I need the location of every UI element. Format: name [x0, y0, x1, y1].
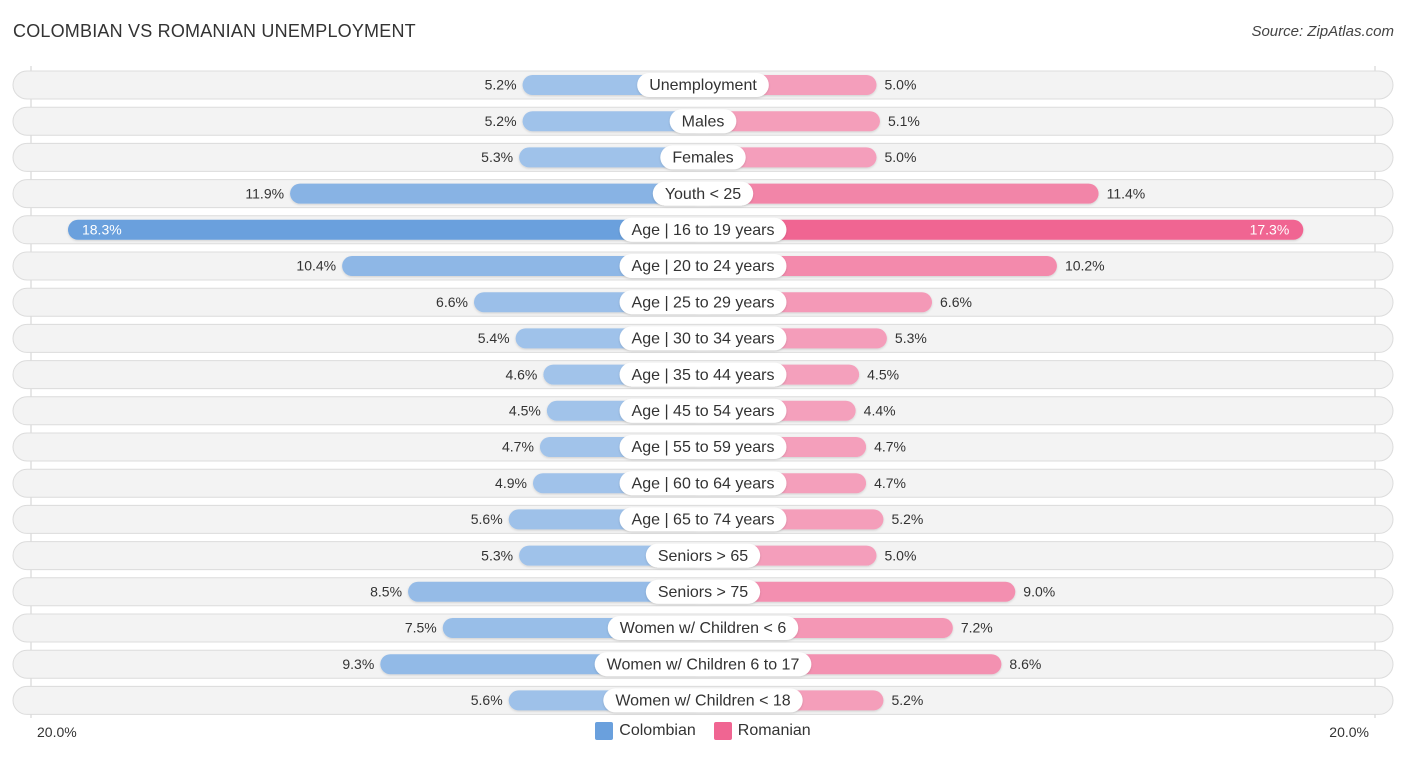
value-label-romanian: 17.3% [1250, 222, 1290, 238]
value-label-colombian: 5.6% [471, 511, 503, 527]
value-label-romanian: 4.7% [874, 475, 906, 491]
value-label-romanian: 4.7% [874, 439, 906, 455]
chart-row: 4.7% 4.7% Age | 55 to 59 years [12, 432, 1394, 462]
chart-row: 5.2% 5.1% Males [12, 106, 1394, 136]
category-label: Age | 55 to 59 years [632, 439, 775, 456]
chart-row: 5.6% 5.2% Age | 65 to 74 years [12, 504, 1394, 534]
category-label: Age | 30 to 34 years [632, 331, 775, 348]
value-label-romanian: 5.2% [891, 511, 923, 527]
value-label-romanian: 5.0% [885, 77, 917, 93]
chart-plot: 5.2% 5.0% Unemployment 5.2% 5.1% Males 5.3% 5.0… [12, 66, 1394, 718]
value-label-colombian: 5.3% [481, 547, 513, 563]
chart-row: 4.6% 4.5% Age | 35 to 44 years [12, 360, 1394, 390]
value-label-romanian: 4.5% [867, 366, 899, 382]
category-label: Age | 16 to 19 years [632, 222, 775, 239]
value-label-romanian: 5.1% [888, 113, 920, 129]
value-label-colombian: 4.9% [495, 475, 527, 491]
chart-row: 5.2% 5.0% Unemployment [12, 70, 1394, 100]
chart-row: 8.5% 9.0% Seniors > 75 [12, 577, 1394, 607]
category-label: Women w/ Children < 6 [620, 620, 787, 637]
value-label-colombian: 4.6% [505, 366, 537, 382]
chart-row: 5.3% 5.0% Seniors > 65 [12, 541, 1394, 571]
value-label-romanian: 7.2% [961, 620, 993, 636]
bar-romanian[interactable] [703, 219, 1304, 240]
chart-row: 9.3% 8.6% Women w/ Children 6 to 17 [12, 649, 1394, 679]
legend-swatch-colombian [595, 722, 614, 740]
chart-row: 4.5% 4.4% Age | 45 to 54 years [12, 396, 1394, 426]
value-label-colombian: 5.4% [478, 330, 510, 346]
value-label-romanian: 6.6% [940, 294, 972, 310]
legend-item-romanian[interactable]: Romanian [713, 722, 811, 740]
chart-row: 7.5% 7.2% Women w/ Children < 6 [12, 613, 1394, 643]
value-label-colombian: 9.3% [342, 656, 374, 672]
value-label-romanian: 4.4% [864, 403, 896, 419]
value-label-colombian: 8.5% [370, 584, 402, 600]
value-label-colombian: 5.6% [471, 692, 503, 708]
category-label: Age | 45 to 54 years [632, 403, 775, 420]
category-label: Age | 20 to 24 years [632, 258, 775, 275]
value-label-colombian: 7.5% [405, 620, 437, 636]
legend-label-colombian: Colombian [619, 722, 696, 739]
value-label-colombian: 4.7% [502, 439, 534, 455]
chart-row: 6.6% 6.6% Age | 25 to 29 years [12, 287, 1394, 317]
category-label: Seniors > 75 [658, 584, 748, 601]
value-label-romanian: 5.3% [895, 330, 927, 346]
legend-swatch-romanian [713, 722, 732, 740]
chart-row: 4.9% 4.7% Age | 60 to 64 years [12, 468, 1394, 498]
value-label-colombian: 5.2% [485, 113, 517, 129]
category-label: Women w/ Children 6 to 17 [607, 656, 800, 673]
value-label-colombian: 10.4% [296, 258, 336, 274]
value-label-romanian: 9.0% [1023, 584, 1055, 600]
value-label-romanian: 11.4% [1107, 185, 1146, 201]
category-label: Females [672, 150, 733, 167]
bar-colombian[interactable] [67, 219, 704, 240]
category-label: Seniors > 65 [658, 548, 748, 565]
legend-item-colombian[interactable]: Colombian [595, 722, 696, 740]
chart-row: 5.3% 5.0% Females [12, 142, 1394, 172]
legend: Colombian Romanian [0, 722, 1406, 740]
chart-row: 11.9% 11.4% Youth < 25 [12, 179, 1394, 209]
category-label: Age | 35 to 44 years [632, 367, 775, 384]
category-label: Youth < 25 [665, 186, 741, 203]
category-label: Age | 65 to 74 years [632, 512, 775, 529]
bar-romanian[interactable] [703, 183, 1099, 204]
category-label: Women w/ Children < 18 [615, 693, 790, 710]
value-label-colombian: 5.2% [485, 77, 517, 93]
chart-row: 5.6% 5.2% Women w/ Children < 18 [12, 685, 1394, 715]
category-label: Age | 60 to 64 years [632, 475, 775, 492]
category-label: Age | 25 to 29 years [632, 294, 775, 311]
value-label-romanian: 5.0% [885, 149, 917, 165]
chart-row: 10.4% 10.2% Age | 20 to 24 years [12, 251, 1394, 281]
value-label-romanian: 8.6% [1009, 656, 1041, 672]
category-label: Males [682, 113, 725, 130]
value-label-romanian: 5.2% [891, 692, 923, 708]
legend-label-romanian: Romanian [737, 722, 811, 739]
value-label-romanian: 10.2% [1065, 258, 1105, 274]
category-label: Unemployment [649, 77, 757, 94]
value-label-colombian: 6.6% [436, 294, 468, 310]
value-label-romanian: 5.0% [885, 547, 917, 563]
value-label-colombian: 4.5% [509, 403, 541, 419]
value-label-colombian: 5.3% [481, 149, 513, 165]
chart-row: 18.3% 17.3% Age | 16 to 19 years [12, 215, 1394, 245]
bar-colombian[interactable] [290, 183, 703, 204]
chart-row: 5.4% 5.3% Age | 30 to 34 years [12, 323, 1394, 353]
value-label-colombian: 11.9% [245, 185, 284, 201]
value-label-colombian: 18.3% [82, 222, 122, 238]
